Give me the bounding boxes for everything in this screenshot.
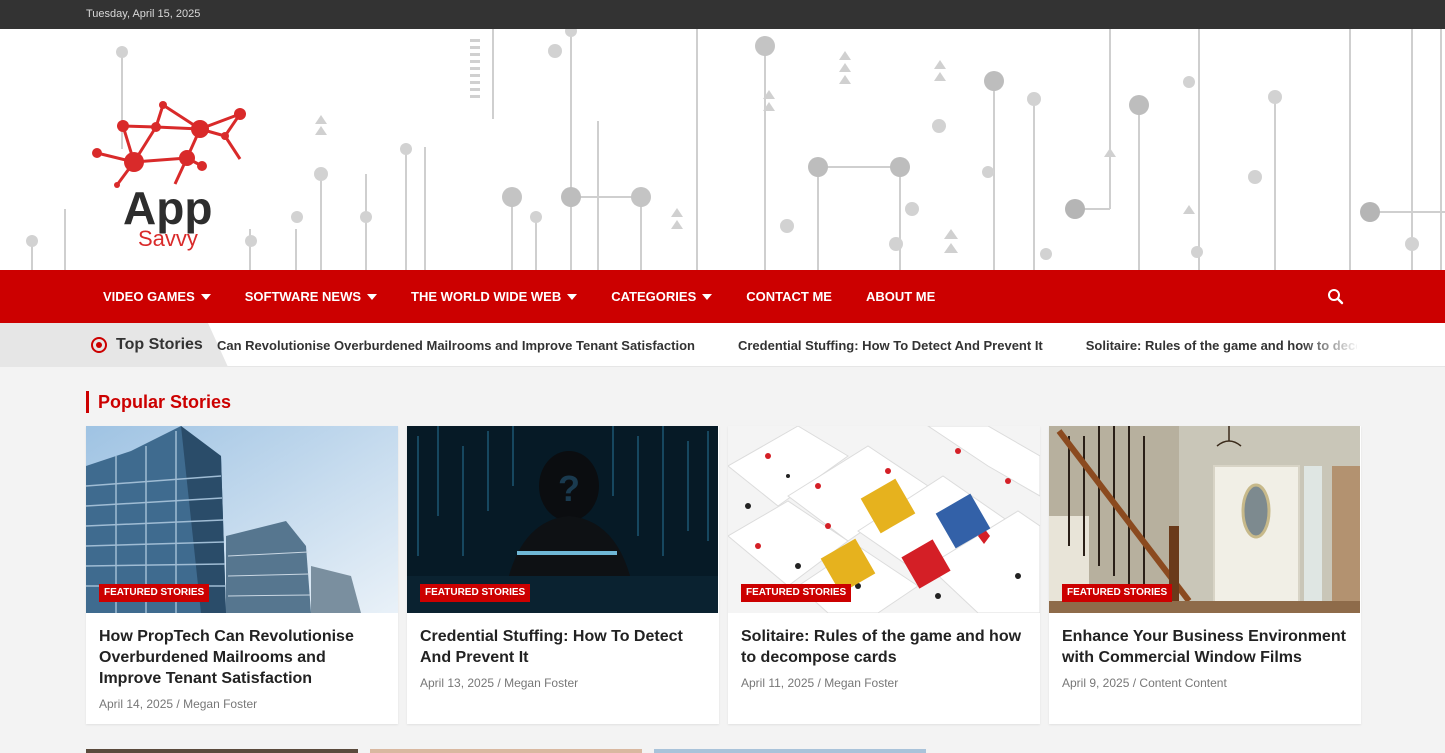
next-row-thumbnail[interactable] bbox=[654, 749, 926, 753]
story-author[interactable]: Megan Foster bbox=[183, 697, 257, 711]
category-badge[interactable]: FEATURED STORIES bbox=[99, 584, 210, 602]
story-author[interactable]: Content Content bbox=[1139, 676, 1226, 690]
story-card[interactable]: FEATURED STORIES How PropTech Can Revolu… bbox=[86, 426, 398, 724]
story-meta: April 11, 2025 / Megan Foster bbox=[741, 676, 899, 690]
popular-stories-grid: FEATURED STORIES How PropTech Can Revolu… bbox=[86, 426, 1361, 724]
logo-graphic: App Savvy bbox=[92, 101, 246, 251]
story-meta: April 14, 2025 / Megan Foster bbox=[99, 697, 258, 711]
story-image-building[interactable]: FEATURED STORIES bbox=[86, 426, 398, 613]
nav-item-label: ABOUT ME bbox=[865, 289, 936, 304]
record-icon bbox=[91, 337, 107, 353]
site-header: App Savvy bbox=[0, 29, 1445, 270]
ticker-track: Can Revolutionise Overburdened Mailrooms… bbox=[217, 323, 1357, 366]
story-image-interior[interactable]: FEATURED STORIES bbox=[1049, 426, 1361, 613]
story-card[interactable]: ? FEATURED STORIES Credential Stuffing: … bbox=[407, 426, 719, 724]
nav-item-video-games[interactable]: VIDEO GAMES bbox=[86, 270, 228, 323]
nav-menu: VIDEO GAMES SOFTWARE NEWS THE WORLD WIDE… bbox=[86, 270, 952, 323]
story-image-hacker[interactable]: ? FEATURED STORIES bbox=[407, 426, 719, 613]
top-stories-ticker: Top Stories Can Revolutionise Overburden… bbox=[0, 323, 1445, 367]
story-title[interactable]: Enhance Your Business Environment with C… bbox=[1049, 613, 1361, 668]
svg-text:?: ? bbox=[558, 468, 580, 509]
nav-item-world-wide-web[interactable]: THE WORLD WIDE WEB bbox=[394, 270, 594, 323]
category-badge[interactable]: FEATURED STORIES bbox=[1062, 584, 1173, 602]
popular-stories-heading: Popular Stories bbox=[86, 391, 231, 413]
story-date[interactable]: April 11, 2025 bbox=[741, 676, 814, 690]
next-row-thumbnail[interactable] bbox=[370, 749, 642, 753]
story-card[interactable]: FEATURED STORIES Solitaire: Rules of the… bbox=[728, 426, 1040, 724]
main-navigation: VIDEO GAMES SOFTWARE NEWS THE WORLD WIDE… bbox=[0, 270, 1445, 323]
story-title[interactable]: How PropTech Can Revolutionise Overburde… bbox=[86, 613, 398, 689]
ticker-title: Top Stories bbox=[116, 336, 203, 353]
caret-down-icon bbox=[702, 293, 713, 300]
nav-item-label: SOFTWARE NEWS bbox=[244, 289, 362, 304]
search-icon bbox=[1328, 289, 1344, 305]
caret-down-icon bbox=[200, 293, 211, 300]
story-date[interactable]: April 14, 2025 bbox=[99, 697, 173, 711]
story-author[interactable]: Megan Foster bbox=[504, 676, 578, 690]
story-date[interactable]: April 9, 2025 bbox=[1062, 676, 1129, 690]
story-image-playing-cards[interactable]: FEATURED STORIES bbox=[728, 426, 1040, 613]
ticker-item[interactable]: Credential Stuffing: How To Detect And P… bbox=[738, 338, 1043, 353]
story-title[interactable]: Solitaire: Rules of the game and how to … bbox=[728, 613, 1040, 668]
site-logo[interactable]: App Savvy bbox=[90, 99, 260, 259]
story-date[interactable]: April 13, 2025 bbox=[420, 676, 494, 690]
current-date: Tuesday, April 15, 2025 bbox=[86, 8, 201, 20]
nav-item-label: CONTACT ME bbox=[746, 289, 832, 304]
nav-item-categories[interactable]: CATEGORIES bbox=[594, 270, 729, 323]
nav-item-about-me[interactable]: ABOUT ME bbox=[849, 270, 952, 323]
nav-item-label: THE WORLD WIDE WEB bbox=[411, 289, 562, 304]
top-bar: Tuesday, April 15, 2025 bbox=[0, 0, 1445, 29]
story-title[interactable]: Credential Stuffing: How To Detect And P… bbox=[407, 613, 719, 668]
story-meta: April 9, 2025 / Content Content bbox=[1062, 676, 1227, 690]
category-badge[interactable]: FEATURED STORIES bbox=[741, 584, 852, 602]
ticker-fade bbox=[1300, 323, 1360, 366]
nav-item-contact-me[interactable]: CONTACT ME bbox=[729, 270, 849, 323]
story-author[interactable]: Megan Foster bbox=[824, 676, 898, 690]
story-meta: April 13, 2025 / Megan Foster bbox=[420, 676, 579, 690]
nav-item-label: CATEGORIES bbox=[611, 289, 697, 304]
story-card[interactable]: FEATURED STORIES Enhance Your Business E… bbox=[1049, 426, 1361, 724]
next-row-thumbnail[interactable] bbox=[86, 749, 358, 753]
category-badge[interactable]: FEATURED STORIES bbox=[420, 584, 531, 602]
nav-item-software-news[interactable]: SOFTWARE NEWS bbox=[228, 270, 394, 323]
search-button[interactable] bbox=[1326, 287, 1346, 307]
caret-down-icon bbox=[367, 293, 378, 300]
caret-down-icon bbox=[567, 293, 578, 300]
ticker-item[interactable]: Can Revolutionise Overburdened Mailrooms… bbox=[217, 338, 695, 353]
nav-item-label: VIDEO GAMES bbox=[103, 289, 195, 304]
logo-word-savvy: Savvy bbox=[138, 226, 198, 251]
